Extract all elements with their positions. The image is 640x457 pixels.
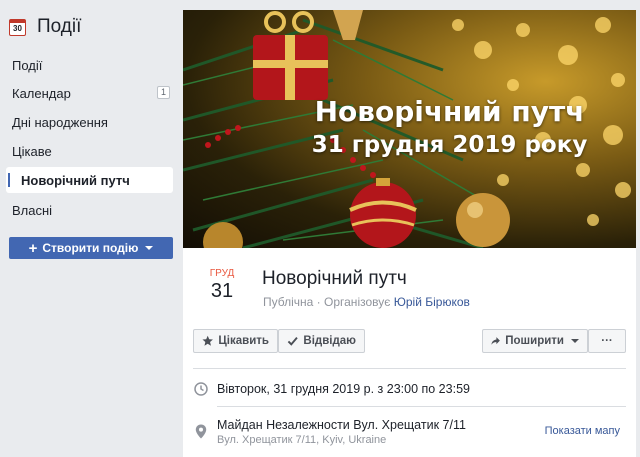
more-dots-icon: ··· (601, 335, 613, 347)
sidebar-item-label: Новорічний путч (21, 172, 130, 188)
event-day: 31 (210, 280, 234, 302)
event-meta: Публічна · Організовує Юрій Бірюков (263, 295, 470, 309)
event-datetime[interactable]: Вівторок, 31 грудня 2019 р. з 23:00 по 2… (217, 382, 470, 396)
sidebar-item-calendar[interactable]: Календар 1 (0, 80, 175, 106)
sidebar-item-label: Дні народження (12, 114, 108, 130)
create-event-label: Створити подію (42, 241, 139, 255)
divider (193, 368, 626, 369)
going-label: Відвідаю (303, 335, 356, 347)
location-address: Вул. Хрещатик 7/11, Kyiv, Ukraine (217, 434, 387, 446)
sidebar-item-label: Власні (12, 202, 53, 218)
organizer-link[interactable]: Юрій Бірюков (394, 295, 470, 309)
sidebar-item-own[interactable]: Власні (0, 197, 175, 223)
divider (217, 406, 626, 407)
left-sidebar: 30 Події Події Календар 1 Дні народження… (0, 0, 183, 457)
sidebar-item-birthdays[interactable]: Дні народження (0, 109, 175, 135)
location-pin-icon (195, 424, 207, 439)
share-button[interactable]: Поширити (482, 329, 588, 353)
interested-label: Цікавить (218, 335, 269, 347)
interested-button[interactable]: Цікавить (193, 329, 278, 353)
cover-title-line1: Новорічний путч (314, 95, 585, 128)
share-arrow-icon (491, 337, 500, 345)
share-label: Поширити (505, 335, 564, 347)
checkmark-icon (287, 337, 298, 346)
show-map-link[interactable]: Показати мапу (545, 425, 620, 437)
event-cover-photo[interactable]: Новорічний путч 31 грудня 2019 року (183, 10, 636, 248)
event-card: Новорічний путч 31 грудня 2019 року ГРУД… (183, 10, 636, 457)
calendar-count-badge: 1 (156, 86, 170, 99)
sidebar-item-label: Цікаве (12, 143, 52, 159)
plus-icon: + (28, 239, 38, 257)
clock-icon (194, 382, 208, 396)
chevron-down-icon (571, 339, 579, 343)
sidebar-item-current-event[interactable]: Новорічний путч (6, 167, 173, 193)
sidebar-item-interesting[interactable]: Цікаве (0, 138, 175, 164)
sidebar-title: Події (37, 16, 82, 37)
christmas-tree-illustration (183, 10, 631, 248)
location-name[interactable]: Майдан Незалежности Вул. Хрещатик 7/11 (217, 418, 466, 432)
event-privacy: Публічна (263, 295, 314, 309)
star-icon (202, 335, 213, 346)
create-event-button[interactable]: + Створити подію (9, 237, 173, 259)
sidebar-item-label: Календар (12, 85, 71, 101)
sidebar-item-label: Події (12, 57, 43, 73)
sidebar-header[interactable]: 30 Події (9, 14, 81, 40)
event-date-badge: ГРУД 31 (205, 268, 239, 303)
chevron-down-icon (145, 246, 154, 250)
cover-title-line2: 31 грудня 2019 року (311, 132, 588, 158)
sidebar-item-events[interactable]: Події (0, 52, 175, 78)
more-options-button[interactable]: ··· (588, 329, 626, 353)
event-title: Новорічний путч (262, 268, 407, 289)
organized-by-label: Організовує (324, 295, 391, 309)
going-button[interactable]: Відвідаю (278, 329, 365, 353)
event-month: ГРУД (209, 268, 235, 279)
calendar-icon: 30 (9, 18, 26, 36)
meta-separator: · (316, 295, 325, 309)
